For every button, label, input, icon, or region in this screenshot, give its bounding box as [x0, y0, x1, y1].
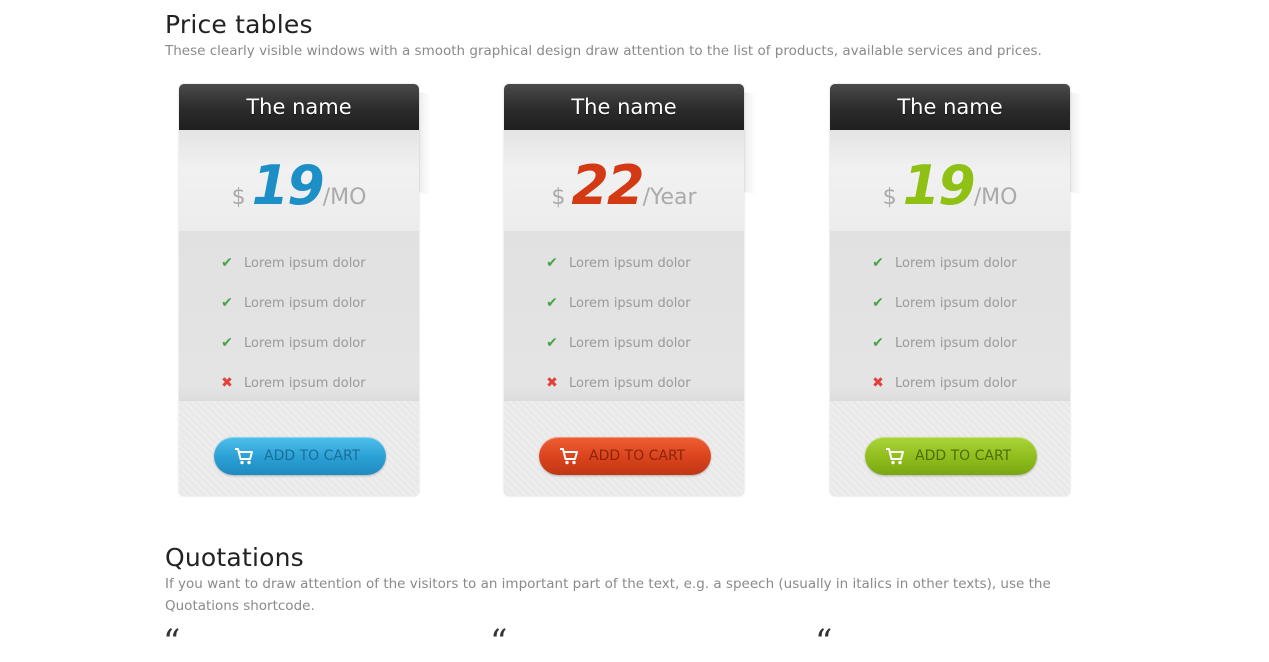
check-icon: ✔: [221, 295, 233, 311]
feature-list: ✔ Lorem ipsum dolor ✔ Lorem ipsum dolor ✔ L…: [830, 231, 1070, 401]
feature-item: ✔ Lorem ipsum dolor: [544, 243, 744, 283]
cross-icon: ✖: [546, 375, 558, 391]
add-to-cart-button[interactable]: ADD TO CART: [539, 437, 711, 475]
feature-label: Lorem ipsum dolor: [895, 336, 1017, 351]
feature-item: ✔ Lorem ipsum dolor: [219, 283, 419, 323]
button-label: ADD TO CART: [264, 448, 361, 464]
quotations-description: If you want to draw attention of the vis…: [165, 576, 1051, 614]
feature-item: ✖ Lorem ipsum dolor: [219, 363, 419, 403]
card-title: The name: [504, 84, 744, 130]
price-box: $19/MO: [179, 130, 419, 231]
check-icon: ✔: [546, 295, 558, 311]
price-box: $19/MO: [830, 130, 1070, 231]
cart-icon: [235, 448, 253, 465]
feature-label: Lorem ipsum dolor: [569, 256, 691, 271]
quote-icon: “: [490, 622, 508, 662]
price-amount: 19: [251, 154, 325, 217]
price-period: /MO: [973, 185, 1018, 210]
feature-list: ✔ Lorem ipsum dolor ✔ Lorem ipsum dolor ✔ L…: [504, 231, 744, 401]
check-icon: ✔: [221, 255, 233, 271]
feature-item: ✔ Lorem ipsum dolor: [870, 323, 1070, 363]
price-box: $22/Year: [504, 130, 744, 231]
currency-symbol: $: [551, 185, 566, 210]
currency-symbol: $: [882, 185, 897, 210]
feature-label: Lorem ipsum dolor: [895, 376, 1017, 391]
quotations-title: Quotations: [165, 543, 304, 572]
price-period: /Year: [642, 185, 697, 210]
add-to-cart-button[interactable]: ADD TO CART: [214, 437, 386, 475]
feature-label: Lorem ipsum dolor: [895, 296, 1017, 311]
check-icon: ✔: [546, 255, 558, 271]
card-title: The name: [179, 84, 419, 130]
feature-item: ✔ Lorem ipsum dolor: [219, 323, 419, 363]
quote-icon: “: [815, 622, 833, 662]
price-tables-description: These clearly visible windows with a smo…: [165, 43, 1042, 59]
add-to-cart-button[interactable]: ADD TO CART: [865, 437, 1037, 475]
currency-symbol: $: [231, 185, 246, 210]
price-period: /MO: [322, 185, 367, 210]
check-icon: ✔: [872, 295, 884, 311]
check-icon: ✔: [221, 335, 233, 351]
price-amount: 19: [902, 154, 976, 217]
feature-label: Lorem ipsum dolor: [895, 256, 1017, 271]
feature-label: Lorem ipsum dolor: [569, 296, 691, 311]
cart-icon: [560, 448, 578, 465]
feature-label: Lorem ipsum dolor: [569, 336, 691, 351]
feature-list: ✔ Lorem ipsum dolor ✔ Lorem ipsum dolor ✔ L…: [179, 231, 419, 401]
feature-item: ✔ Lorem ipsum dolor: [870, 283, 1070, 323]
feature-item: ✔ Lorem ipsum dolor: [219, 243, 419, 283]
feature-label: Lorem ipsum dolor: [244, 256, 366, 271]
feature-label: Lorem ipsum dolor: [244, 296, 366, 311]
feature-label: Lorem ipsum dolor: [244, 336, 366, 351]
button-label: ADD TO CART: [915, 448, 1012, 464]
feature-item: ✔ Lorem ipsum dolor: [870, 243, 1070, 283]
price-card-3: The name $19/MO ✔ Lorem ipsum dolor ✔ Lore…: [830, 84, 1070, 496]
feature-item: ✔ Lorem ipsum dolor: [544, 323, 744, 363]
price-card-1: The name $19/MO ✔ Lorem ipsum dolor ✔ Lore…: [179, 84, 419, 496]
price-card-2: The name $22/Year ✔ Lorem ipsum dolor ✔ Lo…: [504, 84, 744, 496]
button-label: ADD TO CART: [589, 448, 686, 464]
check-icon: ✔: [546, 335, 558, 351]
feature-label: Lorem ipsum dolor: [569, 376, 691, 391]
cross-icon: ✖: [872, 375, 884, 391]
price-amount: 22: [571, 154, 644, 217]
feature-item: ✖ Lorem ipsum dolor: [544, 363, 744, 403]
card-title: The name: [830, 84, 1070, 130]
feature-label: Lorem ipsum dolor: [244, 376, 366, 391]
feature-item: ✖ Lorem ipsum dolor: [870, 363, 1070, 403]
price-tables-title: Price tables: [165, 10, 313, 39]
check-icon: ✔: [872, 335, 884, 351]
cart-icon: [886, 448, 904, 465]
feature-item: ✔ Lorem ipsum dolor: [544, 283, 744, 323]
cross-icon: ✖: [221, 375, 233, 391]
quote-icon: “: [163, 622, 181, 662]
check-icon: ✔: [872, 255, 884, 271]
